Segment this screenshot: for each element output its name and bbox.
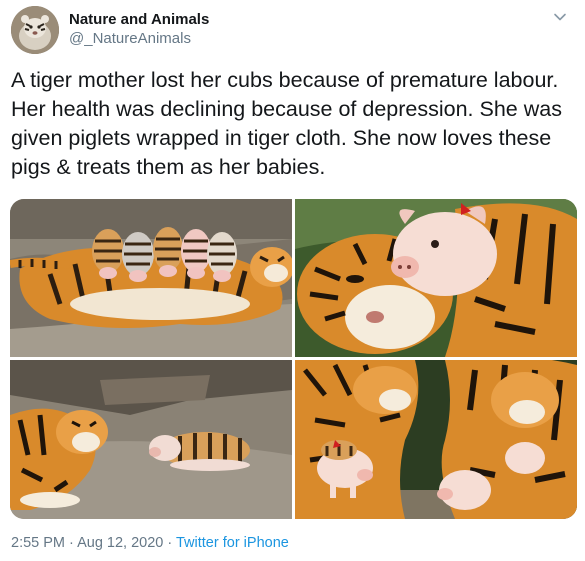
tweet-source-link[interactable]: Twitter for iPhone — [176, 535, 289, 551]
tweet-date[interactable]: Aug 12, 2020 — [77, 535, 163, 551]
tiger-and-pig-cuddling-photo[interactable] — [295, 199, 577, 357]
tweet-card: Nature and Animals @_NatureAnimals A tig… — [0, 0, 585, 561]
tweet-time[interactable]: 2:55 PM — [11, 535, 65, 551]
meta-separator: · — [65, 535, 78, 551]
tiger-and-piglet-resting-photo[interactable] — [10, 360, 292, 519]
author-handle[interactable]: @_NatureAnimals — [69, 29, 209, 48]
meta-separator-2: · — [163, 535, 176, 551]
tiger-avatar-icon — [11, 6, 59, 54]
tiger-nursing-piglets-photo[interactable] — [10, 199, 292, 357]
piglets-with-tigers-photo[interactable] — [295, 360, 577, 519]
tweet-meta: 2:55 PM · Aug 12, 2020 · Twitter for iPh… — [11, 534, 289, 553]
media-grid — [10, 199, 577, 519]
avatar[interactable] — [11, 6, 59, 54]
author-display-name[interactable]: Nature and Animals — [69, 10, 209, 29]
tweet-text: A tiger mother lost her cubs because of … — [11, 68, 562, 179]
chevron-down-icon[interactable] — [553, 10, 567, 24]
author-block[interactable]: Nature and Animals @_NatureAnimals — [69, 10, 209, 48]
